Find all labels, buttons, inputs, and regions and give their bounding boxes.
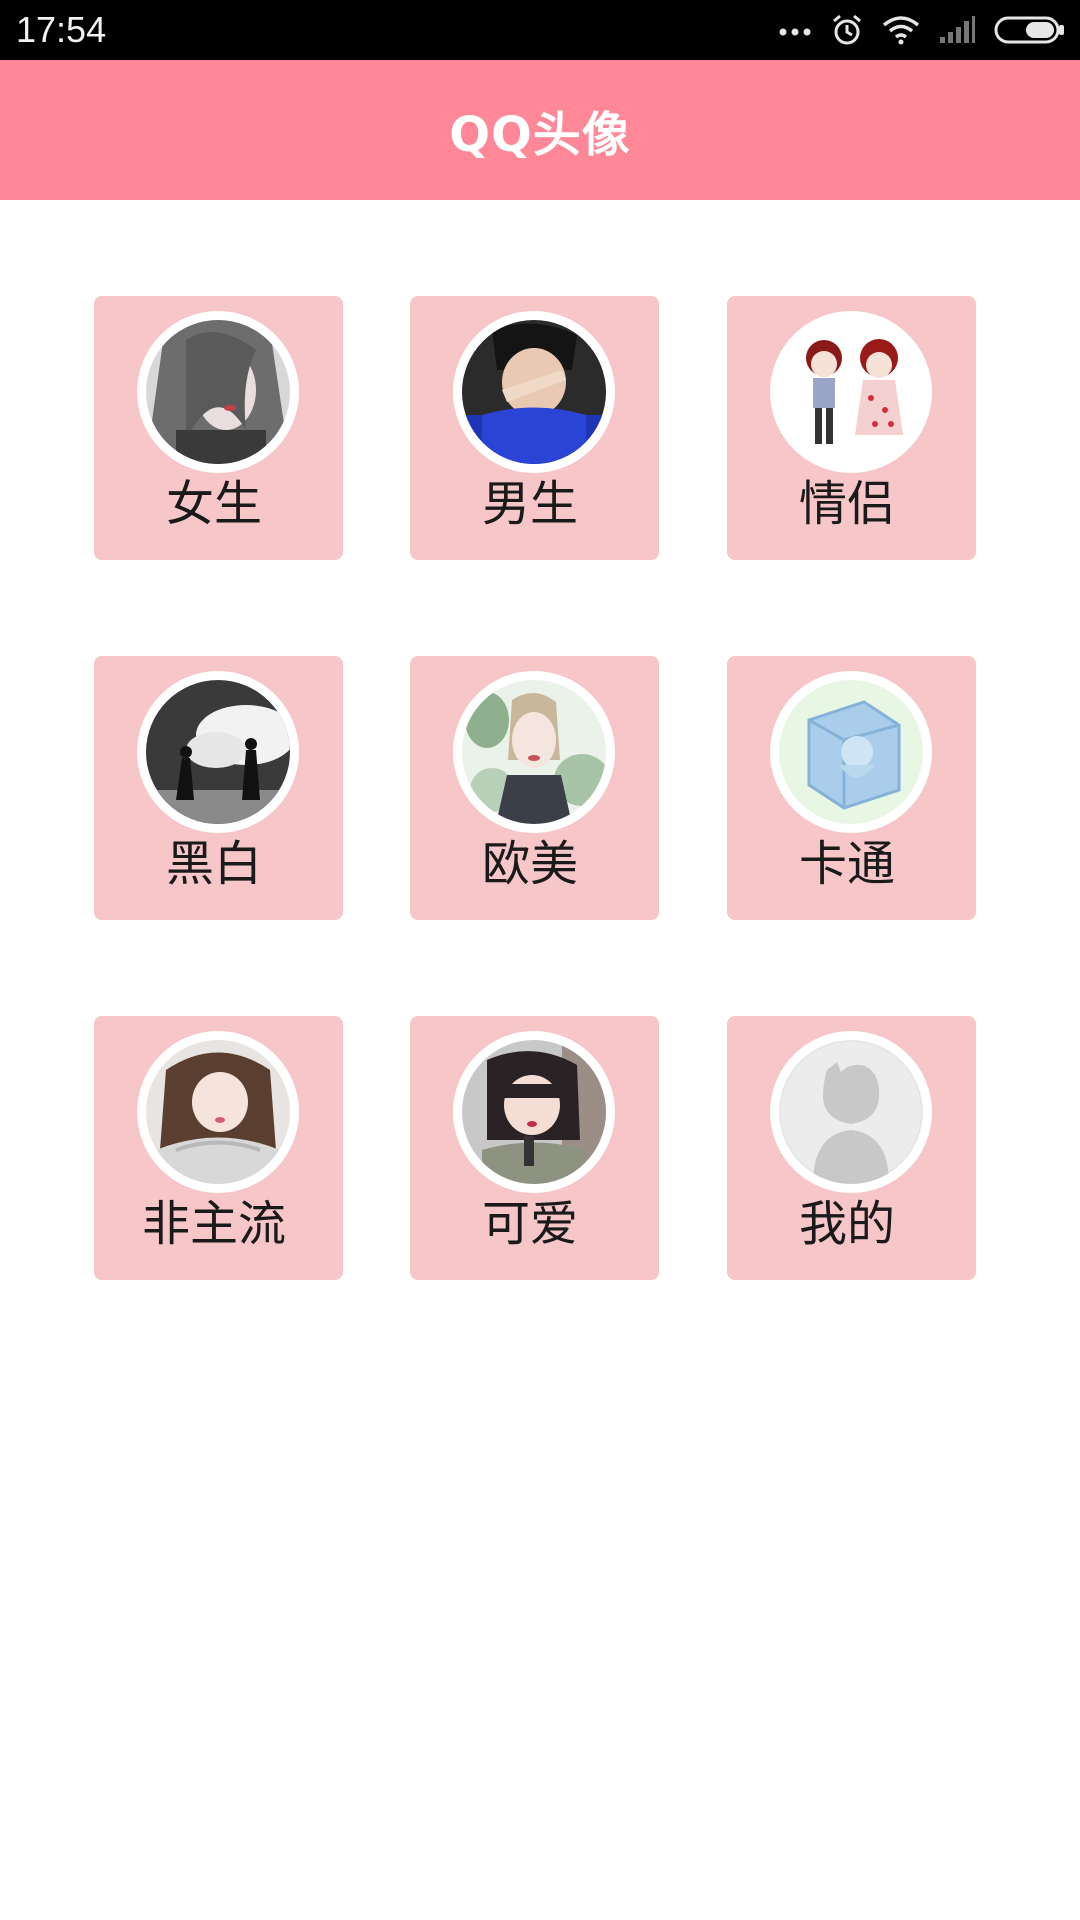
black-white-avatar-icon: [146, 680, 290, 824]
couple-avatar-icon: [779, 320, 923, 464]
boy-avatar-icon: [462, 320, 606, 464]
avatar-frame: [137, 311, 299, 473]
category-label: 黑白: [165, 836, 262, 892]
page-title: QQ头像: [449, 107, 631, 163]
category-tile-black-white[interactable]: 黑白: [94, 656, 343, 920]
category-tile-western[interactable]: 欧美: [410, 656, 659, 920]
avatar-frame: [137, 1031, 299, 1193]
category-label: 女生: [165, 476, 262, 532]
avatar-frame: [453, 311, 615, 473]
western-avatar-icon: [462, 680, 606, 824]
avatar-frame: [137, 671, 299, 833]
girl-avatar-icon: [146, 320, 290, 464]
avatar-frame: [453, 671, 615, 833]
avatar-frame: [453, 1031, 615, 1193]
alarm-icon: [830, 13, 864, 47]
category-tile-cartoon[interactable]: 卡通: [727, 656, 976, 920]
status-bar: 17:54: [0, 0, 1080, 60]
signal-icon: [938, 15, 976, 45]
category-tile-cute[interactable]: 可爱: [410, 1016, 659, 1280]
cute-avatar-icon: [462, 1040, 606, 1184]
category-tile-couple[interactable]: 情侣: [727, 296, 976, 560]
non-mainstream-avatar-icon: [146, 1040, 290, 1184]
cartoon-avatar-icon: [779, 680, 923, 824]
category-tile-girls[interactable]: 女生: [94, 296, 343, 560]
avatar-frame: [770, 1031, 932, 1193]
more-dots-icon: [778, 24, 812, 36]
avatar-frame: [770, 671, 932, 833]
category-tile-boys[interactable]: 男生: [410, 296, 659, 560]
wifi-icon: [882, 15, 920, 45]
category-label: 卡通: [798, 836, 895, 892]
battery-icon: [994, 15, 1066, 45]
avatar-frame: [770, 311, 932, 473]
category-label: 欧美: [481, 836, 578, 892]
category-label: 可爱: [481, 1196, 578, 1252]
category-tile-mine[interactable]: 我的: [727, 1016, 976, 1280]
category-label: 情侣: [798, 476, 895, 532]
default-user-avatar-icon: [779, 1040, 923, 1184]
status-icons: [778, 10, 1066, 50]
category-label: 我的: [798, 1196, 895, 1252]
category-tile-non-mainstream[interactable]: 非主流: [94, 1016, 343, 1280]
category-label: 男生: [481, 476, 578, 532]
category-label: 非主流: [141, 1196, 286, 1252]
status-time: 17:54: [16, 9, 107, 50]
app-header: QQ头像: [0, 60, 1080, 200]
